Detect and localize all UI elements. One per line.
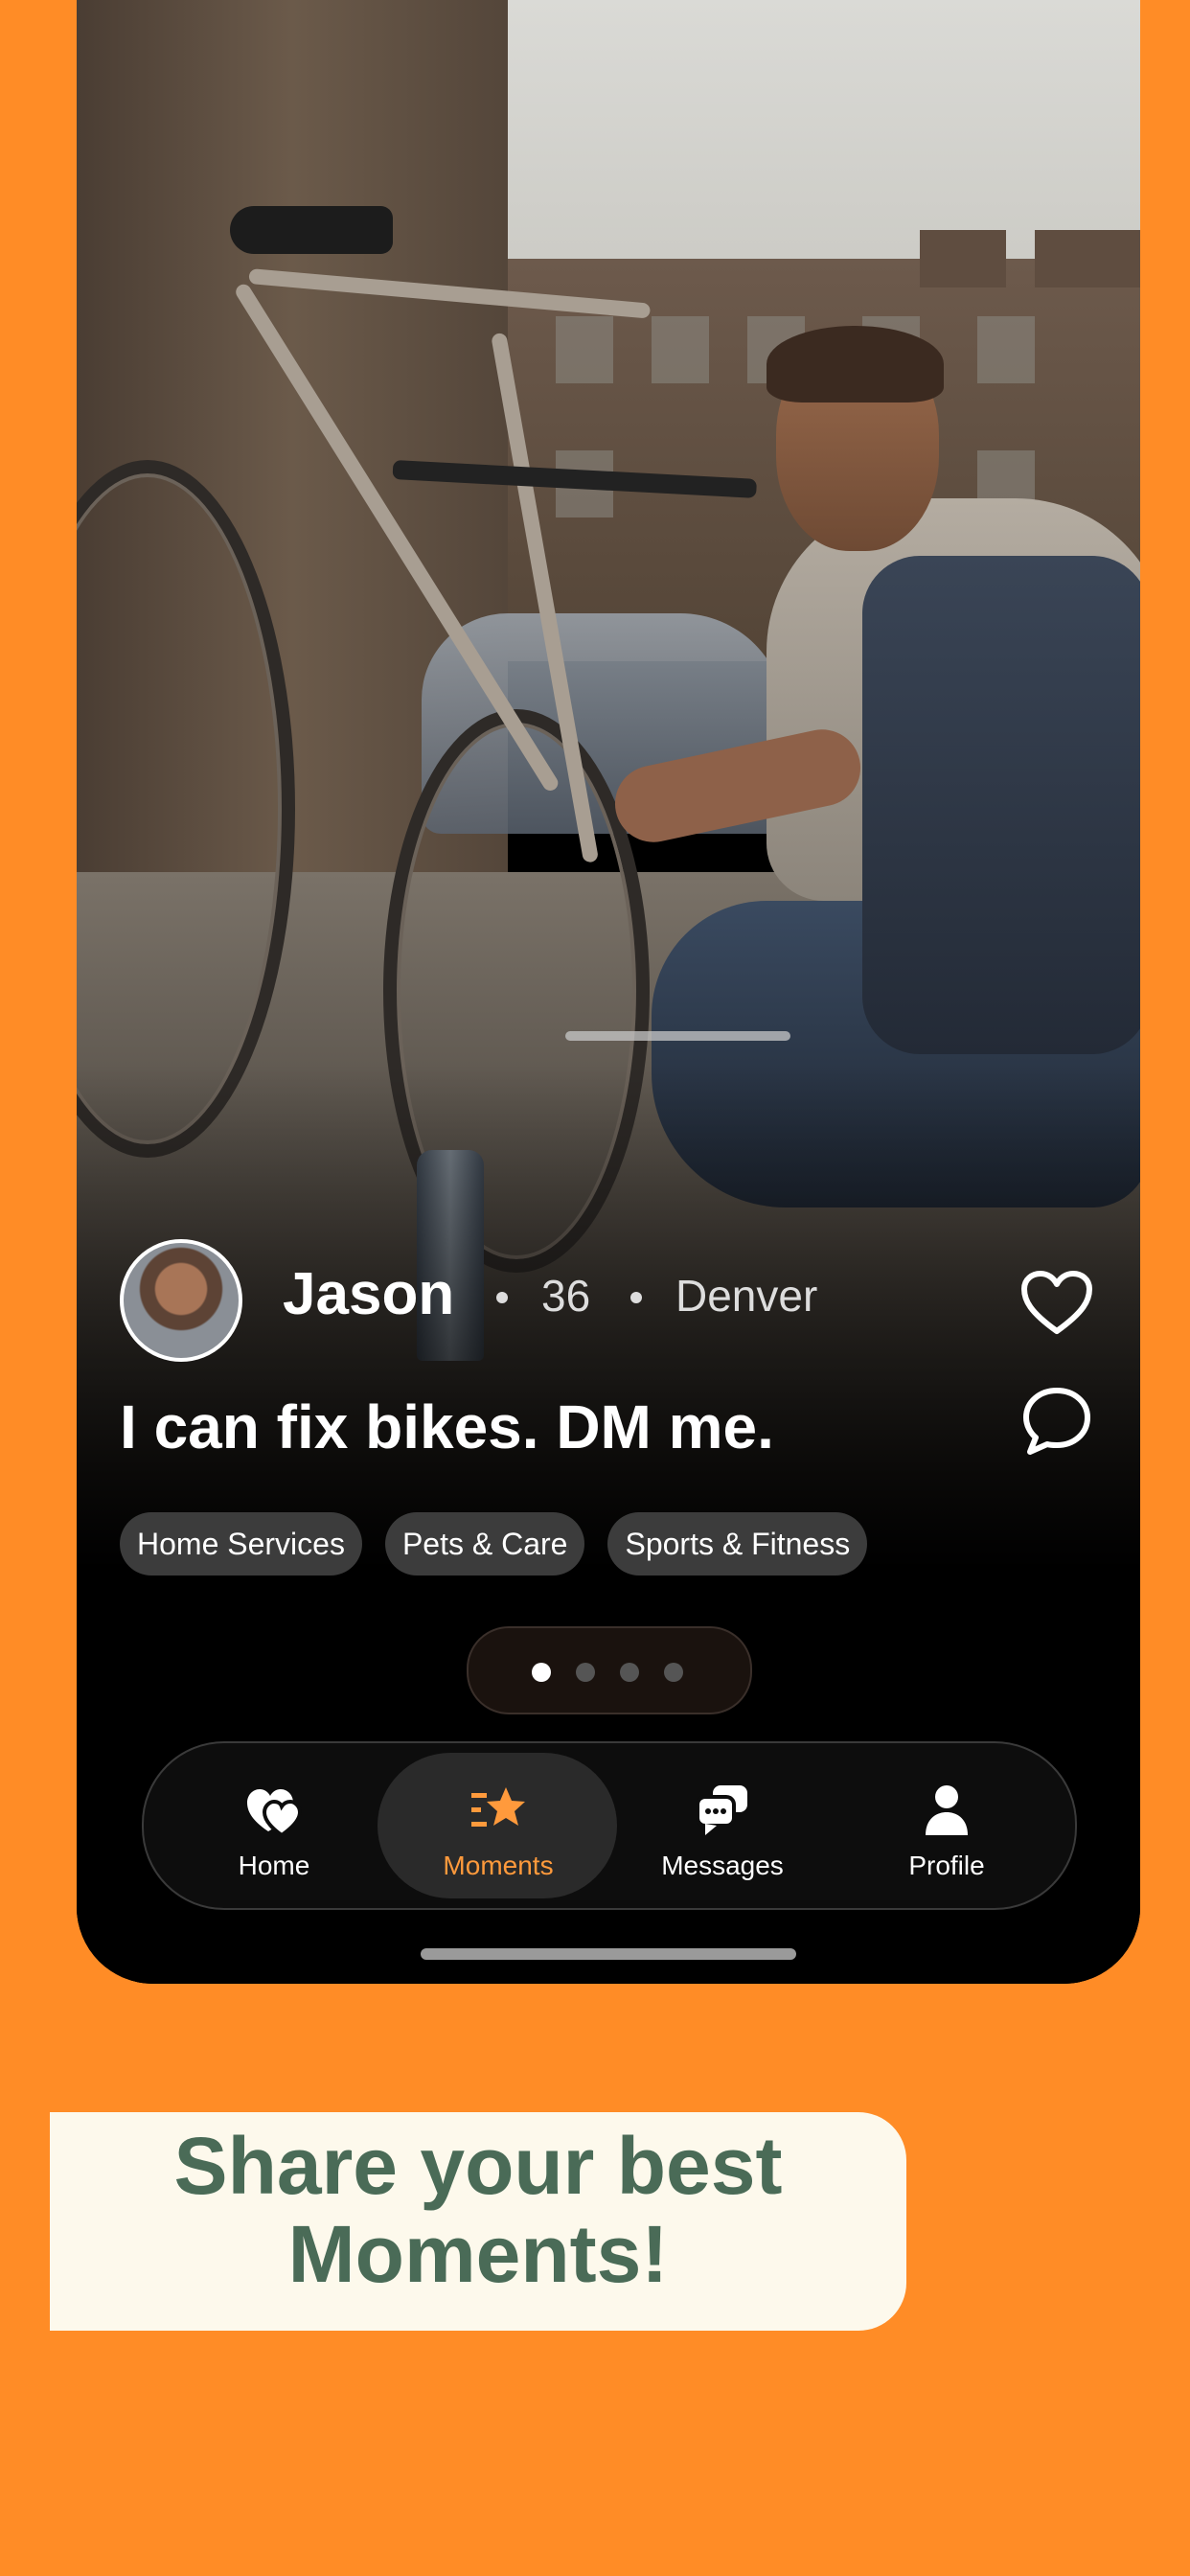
tab-moments-label: Moments xyxy=(443,1851,554,1880)
moment-caption: I can fix bikes. DM me. xyxy=(120,1392,774,1461)
comment-bubble-icon[interactable] xyxy=(1020,1385,1093,1458)
pager-dot[interactable] xyxy=(664,1663,683,1682)
chat-bubbles-icon xyxy=(696,1785,747,1835)
interest-tags: Home Services Pets & Care Sports & Fitne… xyxy=(120,1512,868,1576)
photo-pager[interactable] xyxy=(467,1626,752,1714)
pager-dot-active[interactable] xyxy=(532,1663,551,1682)
profile-age: 36 xyxy=(541,1271,591,1321)
heart-stack-icon xyxy=(247,1789,303,1838)
profile-city: Denver xyxy=(675,1271,818,1321)
separator-dot xyxy=(496,1292,508,1303)
tab-messages-label: Messages xyxy=(661,1851,784,1880)
phone-screen: Jason 36 Denver I can fix bikes. DM me. … xyxy=(77,0,1140,1984)
person-icon xyxy=(926,1785,968,1835)
pager-dot[interactable] xyxy=(576,1663,595,1682)
promo-headline: Share your best Moments! xyxy=(50,2122,906,2298)
photo-man-overalls xyxy=(862,556,1140,1054)
like-heart-icon[interactable] xyxy=(1020,1270,1093,1337)
tab-moments[interactable]: Moments xyxy=(402,1743,594,1908)
profile-name[interactable]: Jason xyxy=(283,1260,454,1328)
tab-home-label: Home xyxy=(238,1851,310,1880)
avatar[interactable] xyxy=(120,1239,242,1362)
promo-headline-line2: Moments! xyxy=(287,2209,669,2299)
tab-home[interactable]: Home xyxy=(178,1743,370,1908)
tag-pets-care[interactable]: Pets & Care xyxy=(384,1512,585,1576)
promo-banner: Share your best Moments! xyxy=(50,2112,906,2331)
tag-home-services[interactable]: Home Services xyxy=(120,1512,362,1576)
home-indicator[interactable] xyxy=(421,1948,796,1960)
pager-dot[interactable] xyxy=(620,1663,639,1682)
tab-messages[interactable]: Messages xyxy=(627,1743,818,1908)
promo-headline-line1: Share your best xyxy=(173,2121,783,2211)
photo-man-hair xyxy=(767,326,944,402)
tab-profile[interactable]: Profile xyxy=(851,1743,1042,1908)
photo-progress-bar[interactable] xyxy=(565,1031,790,1041)
star-list-icon xyxy=(471,1787,525,1827)
separator-dot xyxy=(630,1292,642,1303)
bottom-tab-bar: Home Moments Messages Profile xyxy=(142,1741,1077,1910)
tab-profile-label: Profile xyxy=(908,1851,985,1880)
tag-sports-fitness[interactable]: Sports & Fitness xyxy=(607,1512,868,1576)
